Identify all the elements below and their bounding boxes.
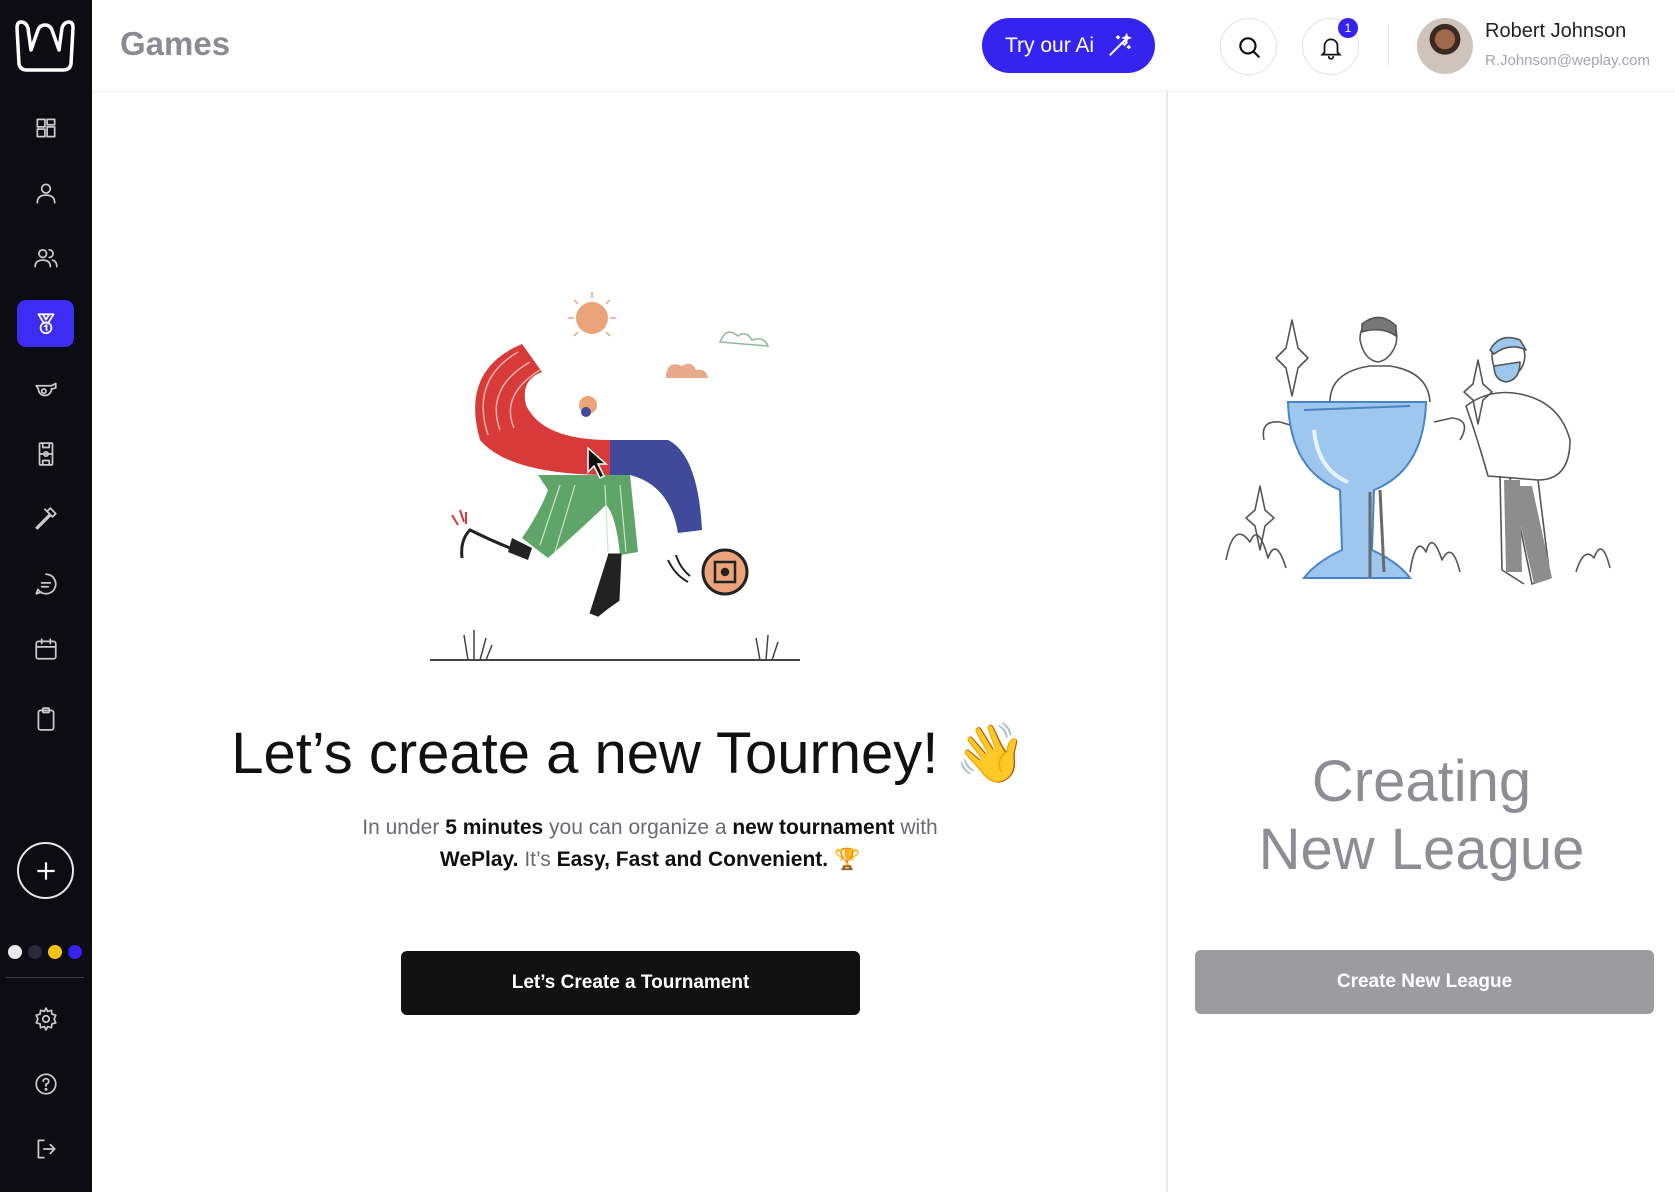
avatar[interactable] <box>1417 18 1473 74</box>
theme-switcher <box>8 945 82 959</box>
league-trophy-illustration <box>1225 316 1611 585</box>
page-title: Games <box>120 25 231 62</box>
sidebar-item-dashboard[interactable] <box>17 104 74 151</box>
magic-wand-icon <box>1109 32 1133 56</box>
sidebar-item-help[interactable] <box>17 1060 74 1107</box>
dashboard-icon <box>35 117 56 138</box>
plus-icon <box>36 861 55 880</box>
theme-dot-light[interactable] <box>8 945 22 959</box>
clipboard-icon <box>37 706 54 731</box>
create-tournament-button[interactable]: Let’s Create a Tournament <box>401 951 860 1015</box>
add-button[interactable] <box>17 842 74 899</box>
top-header: Games Try our Ai 1 Robert Johnson R.John… <box>92 0 1675 92</box>
hammer-icon <box>34 506 57 530</box>
theme-dot-yellow[interactable] <box>48 945 62 959</box>
calendar-icon <box>34 637 57 660</box>
sidebar-item-settings[interactable] <box>17 995 74 1042</box>
search-button[interactable] <box>1220 18 1277 75</box>
logout-icon <box>37 1138 56 1159</box>
sidebar-item-profile[interactable] <box>17 169 74 216</box>
sidebar-item-tournaments[interactable] <box>17 300 74 347</box>
weplay-logo[interactable] <box>13 16 77 76</box>
sidebar-divider <box>6 977 84 978</box>
settings-icon <box>34 1006 57 1031</box>
sidebar-item-messages[interactable] <box>17 560 74 607</box>
chat-icon <box>34 572 57 595</box>
try-ai-label: Try our Ai <box>1004 33 1095 57</box>
sidebar <box>0 0 92 1192</box>
sidebar-item-referees[interactable] <box>17 365 74 412</box>
field-icon <box>38 441 53 466</box>
hero-subtitle: In under 5 minutes you can organize a ne… <box>362 816 938 871</box>
users-icon <box>33 248 58 268</box>
header-divider <box>1388 25 1389 67</box>
tournament-illustration <box>430 292 800 661</box>
medal-icon <box>37 312 54 334</box>
help-icon <box>34 1072 57 1095</box>
theme-dot-dark[interactable] <box>28 945 42 959</box>
sidebar-item-tools[interactable] <box>17 495 74 542</box>
sidebar-item-fields[interactable] <box>17 430 74 477</box>
sidebar-item-reports[interactable] <box>17 695 74 742</box>
sidebar-item-logout[interactable] <box>17 1125 74 1172</box>
panel-divider <box>1166 92 1168 1192</box>
search-icon <box>1238 36 1260 58</box>
hero-title: Let’s create a new Tourney! 👋 <box>231 721 1027 786</box>
league-title: Creating New League <box>1258 749 1585 882</box>
user-icon <box>35 182 56 204</box>
create-league-button[interactable]: Create New League <box>1195 950 1654 1014</box>
user-email: R.Johnson@weplay.com <box>1485 52 1651 69</box>
user-name: Robert Johnson <box>1485 20 1627 42</box>
sidebar-item-teams[interactable] <box>17 234 74 281</box>
notifications-button[interactable]: 1 <box>1302 18 1359 75</box>
notification-badge: 1 <box>1338 18 1358 38</box>
whistle-icon <box>34 382 57 396</box>
bell-icon <box>1319 38 1342 60</box>
sidebar-item-calendar[interactable] <box>17 625 74 672</box>
theme-dot-blue[interactable] <box>68 945 82 959</box>
try-ai-button[interactable]: Try our Ai <box>982 18 1155 73</box>
